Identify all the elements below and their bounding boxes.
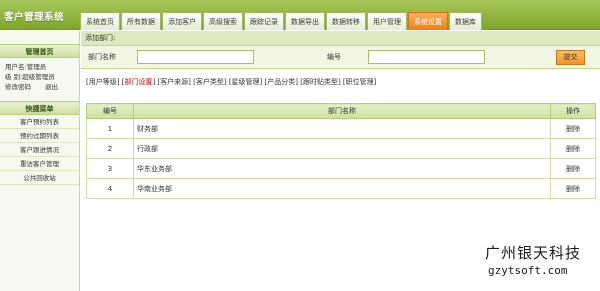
sidebar-home-title[interactable]: 管理首页 [0, 44, 79, 58]
cell-no: 3 [86, 158, 134, 179]
sidebar-item-revisit-customers[interactable]: 重访客户管理 [0, 157, 79, 171]
delete-link[interactable]: 删除 [550, 178, 596, 199]
watermark-url: gzytsoft.com [488, 264, 568, 277]
cell-dept-name: 华南业务部 [133, 178, 551, 199]
link-note-types[interactable]: 跟时贴类型 [303, 78, 338, 86]
delete-link[interactable]: 删除 [550, 158, 596, 179]
sidebar-item-appointments[interactable]: 客户预约列表 [0, 115, 79, 129]
quick-menu-title: 快捷菜单 [0, 101, 79, 115]
code-input[interactable] [368, 50, 485, 64]
username-line: 用户名:管理员 [5, 63, 47, 71]
settings-links: [用户等级] [部门设置] [客户来源] [客户类型] [星级管理] [产品分类… [86, 78, 377, 86]
table-row: 2 行政部 删除 [86, 138, 596, 159]
table-row: 1 财务部 删除 [86, 118, 596, 139]
link-customer-types[interactable]: 客户类型 [196, 78, 224, 86]
user-info: 用户名:管理员 级 别:超级管理员 修改密码 退出 [0, 58, 79, 95]
link-product-categories[interactable]: 产品分类 [267, 78, 295, 86]
link-customer-sources[interactable]: 客户来源 [160, 78, 188, 86]
tab-database[interactable]: 数据库 [449, 12, 482, 30]
code-label: 编号 [327, 53, 341, 61]
link-position-management[interactable]: 职位管理 [346, 78, 374, 86]
cell-no: 4 [86, 178, 134, 199]
sidebar-item-expired-appointments[interactable]: 预约过期列表 [0, 129, 79, 143]
department-table: 编号 部门名称 操作 1 财务部 删除 2 行政部 删除 3 华东业务部 删除 [86, 103, 596, 199]
app-title: 客户管理系统 [4, 12, 65, 23]
column-header-op: 操作 [550, 103, 596, 119]
link-user-levels[interactable]: 用户等级 [89, 78, 117, 86]
tab-data-export[interactable]: 数据导出 [285, 12, 325, 30]
cell-dept-name: 财务部 [133, 118, 551, 139]
tab-system-settings[interactable]: 系统设置 [408, 12, 448, 30]
tab-home[interactable]: 系统首页 [80, 12, 120, 30]
top-header: 客户管理系统 系统首页 所有数据 添加客户 高级搜索 跟踪记录 数据导出 数据转… [0, 0, 600, 30]
tab-data-transfer[interactable]: 数据转移 [326, 12, 366, 30]
table-row: 4 华南业务部 删除 [86, 178, 596, 199]
table-row: 3 华东业务部 删除 [86, 158, 596, 179]
cell-dept-name: 行政部 [133, 138, 551, 159]
cell-no: 2 [86, 138, 134, 159]
dept-name-label: 部门名称 [88, 53, 116, 61]
change-password-link[interactable]: 修改密码 [5, 82, 31, 92]
delete-link[interactable]: 删除 [550, 138, 596, 159]
sidebar-item-followup-status[interactable]: 客户跟进情况 [0, 143, 79, 157]
column-header-no: 编号 [86, 103, 134, 119]
submit-button[interactable]: 提交 [556, 50, 585, 65]
user-links: 修改密码 退出 [5, 82, 74, 92]
tab-all-data[interactable]: 所有数据 [121, 12, 161, 30]
tab-tracking-records[interactable]: 跟踪记录 [244, 12, 284, 30]
sidebar-item-recycle-bin[interactable]: 公共回收站 [0, 171, 79, 185]
sidebar: 管理首页 用户名:管理员 级 别:超级管理员 修改密码 退出 快捷菜单 客户预约… [0, 31, 80, 291]
link-department-settings[interactable]: 部门设置 [124, 78, 152, 86]
tab-add-customer[interactable]: 添加客户 [162, 12, 202, 30]
column-header-name: 部门名称 [133, 103, 551, 119]
page-title: 添加部门: [81, 31, 600, 46]
table-header-row: 编号 部门名称 操作 [86, 103, 596, 119]
watermark-company: 广州银天科技 [485, 244, 582, 262]
tab-advanced-search[interactable]: 高级搜索 [203, 12, 243, 30]
role-line: 级 别:超级管理员 [5, 73, 55, 81]
cell-dept-name: 华东业务部 [133, 158, 551, 179]
cell-no: 1 [86, 118, 134, 139]
add-department-form: 部门名称 编号 提交 [81, 46, 600, 69]
logout-link[interactable]: 退出 [45, 82, 58, 92]
dept-name-input[interactable] [137, 50, 254, 64]
delete-link[interactable]: 删除 [550, 118, 596, 139]
tab-user-management[interactable]: 用户管理 [367, 12, 407, 30]
main-tabs: 系统首页 所有数据 添加客户 高级搜索 跟踪记录 数据导出 数据转移 用户管理 … [80, 12, 483, 30]
link-star-management[interactable]: 星级管理 [232, 78, 260, 86]
